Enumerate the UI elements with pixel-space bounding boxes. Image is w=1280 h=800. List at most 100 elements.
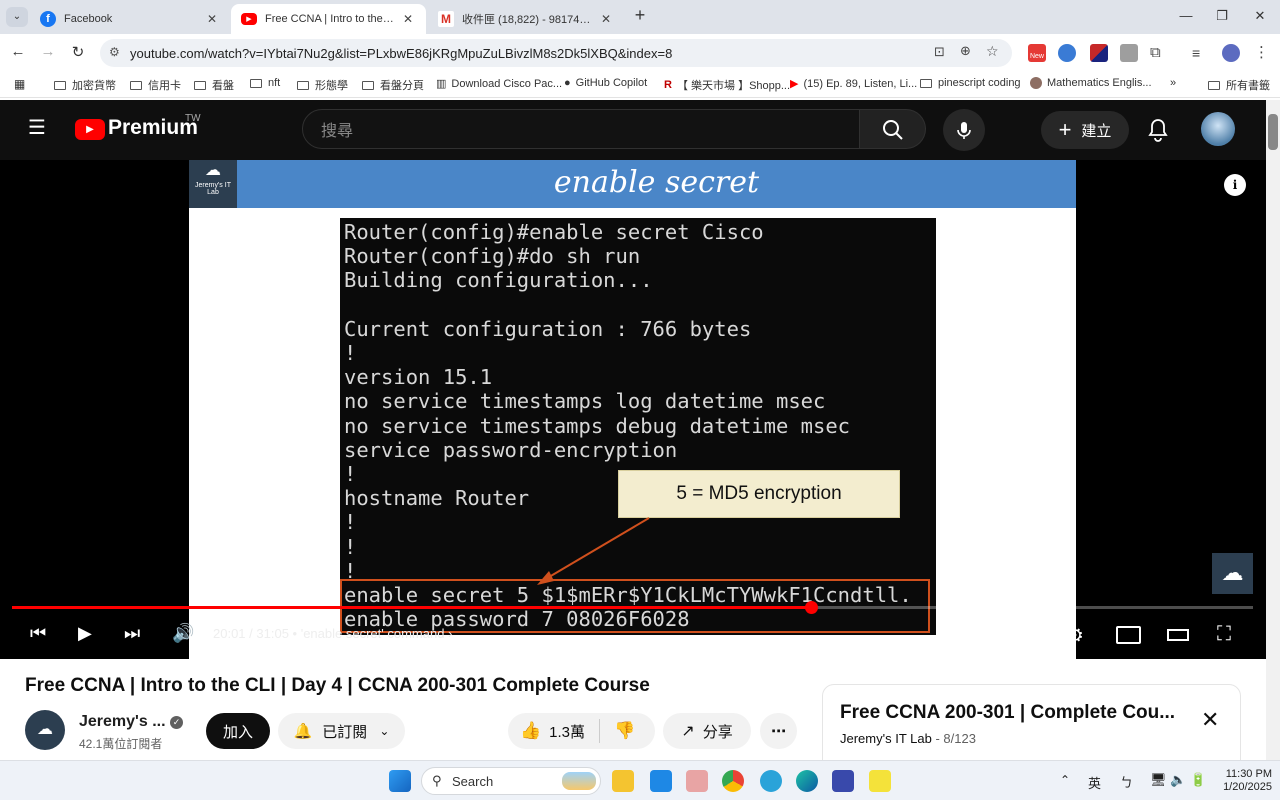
account-avatar[interactable] <box>1201 112 1235 146</box>
notepad-icon[interactable] <box>832 770 854 792</box>
edge-icon[interactable] <box>796 770 818 792</box>
bookmark-link[interactable]: ▥ Download Cisco Pac... <box>436 77 562 91</box>
network-icon[interactable]: 🖥 <box>1150 772 1167 788</box>
tab-youtube[interactable]: ▶ Free CCNA | Intro to the CLI | D ✕ <box>231 4 426 34</box>
bookmark-link[interactable]: ▶ (15) Ep. 89, Listen, Li... <box>790 77 917 91</box>
tab-facebook[interactable]: f Facebook ✕ <box>30 4 230 34</box>
progress-bar[interactable] <box>12 606 1253 609</box>
windows-taskbar: ⚲ Search ⌃ 英 ㄅ 🖥 🔈 🔋 11:30 PM 1/20/2025 <box>0 760 1280 800</box>
next-icon[interactable]: ⏭ <box>124 623 140 644</box>
bookmark-folder[interactable]: 形態學 <box>297 77 348 93</box>
subtitles-icon[interactable] <box>1016 626 1040 642</box>
reload-icon[interactable]: ↻ <box>68 43 88 61</box>
search-button[interactable] <box>860 109 926 149</box>
address-bar[interactable]: ⚙ youtube.com/watch?v=IYbtai7Nu2g&list=P… <box>100 39 1012 67</box>
bookmark-folder[interactable]: nft <box>250 77 280 89</box>
bookmark-link[interactable]: ● GitHub Copilot <box>564 77 647 89</box>
bookmark-star-icon[interactable]: ☆ <box>986 43 999 60</box>
forward-icon[interactable]: → <box>38 43 58 60</box>
bookmark-label: 加密貨幣 <box>72 80 116 92</box>
windows-start-icon[interactable] <box>389 770 411 792</box>
dislike-icon[interactable]: 👎 <box>614 721 635 741</box>
hamburger-menu-icon[interactable]: ☰ <box>28 118 46 138</box>
voice-search-button[interactable] <box>943 109 985 151</box>
close-playlist-icon[interactable]: ✕ <box>1201 707 1219 733</box>
close-tab-icon[interactable]: ✕ <box>598 12 614 26</box>
bookmark-link[interactable]: R 【 樂天市場 】Shopp... <box>664 77 790 93</box>
extension-icon[interactable] <box>1058 44 1076 62</box>
bookmark-apps[interactable]: ▦ <box>14 77 25 91</box>
system-clock[interactable]: 11:30 PM 1/20/2025 <box>1212 768 1272 794</box>
miniplayer-icon[interactable] <box>1116 626 1141 644</box>
volume-icon[interactable]: 🔊 <box>172 623 194 644</box>
bookmark-folder[interactable]: pinescript coding <box>920 77 1021 89</box>
theater-mode-icon[interactable] <box>1167 629 1189 641</box>
new-tab-button[interactable]: + <box>630 5 650 26</box>
bookmark-folder[interactable]: 信用卡 <box>130 77 181 93</box>
channel-name[interactable]: Jeremy's ... ✓ <box>79 713 183 731</box>
join-button[interactable]: 加入 <box>206 713 270 749</box>
previous-icon[interactable]: ⏮ <box>30 623 46 644</box>
file-explorer-icon[interactable] <box>612 770 634 792</box>
cast-icon[interactable]: ⊡ <box>934 44 945 60</box>
channel-watermark-icon[interactable]: ☁ <box>1212 553 1253 594</box>
zoom-icon[interactable]: ⊕ <box>960 43 971 59</box>
settings-gear-icon[interactable]: ⚙ <box>1066 623 1084 648</box>
plus-icon: + <box>1058 117 1072 142</box>
playlist-channel[interactable]: Jeremy's IT Lab <box>840 731 932 746</box>
app-icon[interactable] <box>869 770 891 792</box>
notifications-bell-icon[interactable] <box>1147 118 1169 145</box>
battery-icon[interactable]: 🔋 <box>1190 772 1206 788</box>
fullscreen-icon[interactable]: ⛶ <box>1217 623 1231 646</box>
ime-indicator[interactable]: 英 <box>1088 773 1101 792</box>
close-tab-icon[interactable]: ✕ <box>204 12 220 26</box>
extensions-puzzle-icon[interactable]: ⧉ <box>1150 44 1168 62</box>
more-actions-button[interactable]: ⋯ <box>760 713 797 749</box>
like-count[interactable]: 1.3萬 <box>549 721 585 742</box>
bookmark-folder[interactable]: 加密貨幣 <box>54 77 116 93</box>
app-icon[interactable] <box>650 770 672 792</box>
bookmark-folder[interactable]: 看盤分頁 <box>362 77 424 93</box>
taskbar-search[interactable]: ⚲ Search <box>421 767 601 795</box>
scrollbar-thumb[interactable] <box>1268 114 1278 150</box>
reading-list-icon[interactable]: ≡ <box>1192 44 1210 62</box>
create-button[interactable]: + 建立 <box>1041 111 1129 149</box>
ime-mode-icon[interactable]: ㄅ <box>1120 772 1133 791</box>
extension-icon[interactable] <box>1120 44 1138 62</box>
extension-flag-icon[interactable] <box>1090 44 1108 62</box>
tab-gmail[interactable]: M 收件匣 (18,822) - 981746@gma ✕ <box>428 4 624 34</box>
app-icon[interactable] <box>686 770 708 792</box>
all-bookmarks-folder[interactable]: 所有書籤 <box>1208 77 1270 93</box>
chapter-title[interactable]: 'enable secret' command <box>301 626 445 641</box>
close-window-button[interactable]: ✕ <box>1250 8 1270 24</box>
share-icon: ↗ <box>681 723 695 740</box>
volume-icon[interactable]: 🔈 <box>1170 772 1186 788</box>
play-icon[interactable]: ▶ <box>78 623 92 644</box>
tray-chevron-up-icon[interactable]: ⌃ <box>1060 773 1070 787</box>
video-player[interactable]: ☁ Jeremy's IT Lab enable secret Router(c… <box>0 160 1266 659</box>
site-info-icon[interactable]: ⚙ <box>109 45 120 59</box>
search-input[interactable]: 搜尋 <box>302 109 860 149</box>
close-tab-icon[interactable]: ✕ <box>400 12 416 26</box>
telegram-icon[interactable] <box>760 770 782 792</box>
info-icon[interactable]: i <box>1224 174 1246 196</box>
youtube-logo-icon[interactable]: ▶ <box>75 119 105 140</box>
tab-search-button[interactable]: ⌄ <box>6 7 28 27</box>
page-scrollbar[interactable] <box>1266 100 1280 760</box>
playlist-title[interactable]: Free CCNA 200-301 | Complete Cou... <box>840 702 1175 724</box>
more-bookmarks-icon[interactable]: » <box>1170 77 1176 89</box>
channel-avatar[interactable]: ☁ <box>25 710 65 750</box>
share-button[interactable]: ↗ 分享 <box>663 713 751 749</box>
chrome-icon[interactable] <box>722 770 744 792</box>
extension-new-icon[interactable]: New <box>1028 44 1046 62</box>
browser-toolbar: ← → ↻ ⚙ youtube.com/watch?v=IYbtai7Nu2g&… <box>0 34 1280 72</box>
subscribed-button[interactable]: 🔔 已訂閱 ⌄ <box>278 713 405 749</box>
bookmark-link[interactable]: Mathematics Englis... <box>1030 77 1152 89</box>
bookmark-folder[interactable]: 看盤 <box>194 77 234 93</box>
minimize-button[interactable]: — <box>1176 8 1196 23</box>
restore-button[interactable]: ❐ <box>1212 8 1232 24</box>
back-icon[interactable]: ← <box>8 43 28 60</box>
like-icon[interactable]: 👍 <box>520 721 541 741</box>
menu-icon[interactable]: ⋮ <box>1254 44 1272 62</box>
profile-avatar[interactable] <box>1222 44 1240 62</box>
